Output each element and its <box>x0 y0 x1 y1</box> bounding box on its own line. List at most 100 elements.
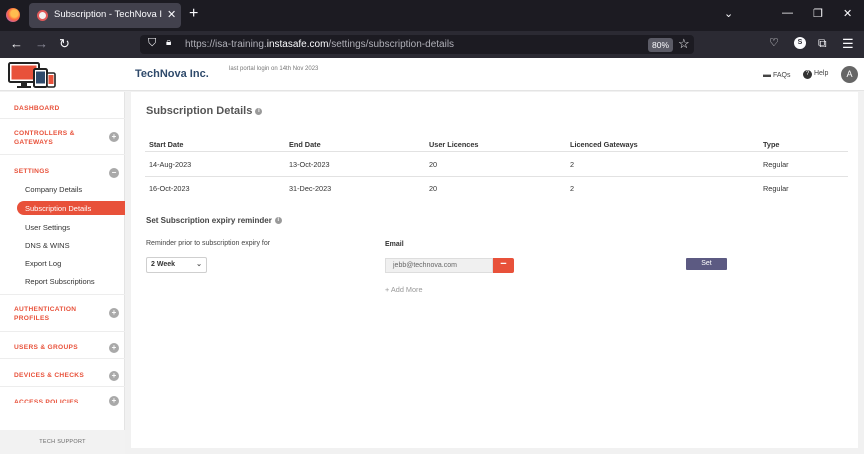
sidebar: DASHBOARD CONTROLLERS & GATEWAYS + SETTI… <box>0 92 125 454</box>
column-header: Type <box>763 140 780 149</box>
close-window-icon[interactable]: ✕ <box>843 7 852 20</box>
sidebar-divider <box>0 294 125 295</box>
new-tab-icon[interactable]: + <box>189 5 198 23</box>
restore-icon[interactable]: ❐ <box>813 7 823 20</box>
sidebar-label: CONTROLLERS & <box>14 130 75 137</box>
add-more-link[interactable]: + Add More <box>385 285 423 294</box>
reminder-title: Set Subscription expiry reminder i <box>146 216 282 225</box>
sidebar-item-dashboard[interactable]: DASHBOARD <box>14 104 60 113</box>
browser-navbar: ← → ↻ ⛉ 🔒︎ https://isa-training.instasaf… <box>0 31 864 58</box>
page-title-text: Subscription Details <box>146 105 253 117</box>
column-header: End Date <box>289 140 321 149</box>
sidebar-item-user-settings[interactable]: User Settings <box>25 223 70 232</box>
faqs-label: FAQs <box>772 72 791 79</box>
expand-plus-icon[interactable]: + <box>109 396 119 406</box>
sidebar-item-access-policies[interactable]: ACCESS POLICIES <box>14 398 79 403</box>
back-icon[interactable]: ← <box>10 36 23 51</box>
column-header: Start Date <box>149 140 184 149</box>
table-cell: 16-Oct-2023 <box>149 184 190 193</box>
faqs-link[interactable]: ▬ FAQs <box>763 70 790 79</box>
table-cell: Regular <box>763 184 789 193</box>
minimize-icon[interactable]: — <box>782 7 793 19</box>
column-header: Licenced Gateways <box>570 140 638 149</box>
sidebar-item-report-subscriptions[interactable]: Report Subscriptions <box>25 277 95 286</box>
firefox-icon <box>6 8 20 22</box>
forward-icon[interactable]: → <box>35 36 48 51</box>
table-cell: 2 <box>570 160 575 169</box>
zoom-level[interactable]: 80% <box>648 38 674 52</box>
url-text[interactable]: https://isa-training.instasafe.com/setti… <box>185 39 454 50</box>
email-field[interactable]: jebb@technova.com <box>385 258 493 273</box>
sidebar-item-dns-wins[interactable]: DNS & WINS <box>25 241 70 250</box>
email-label: Email <box>385 241 404 248</box>
sidebar-divider <box>0 118 125 119</box>
sidebar-divider <box>0 331 125 332</box>
sidebar-item-devices-checks[interactable]: DEVICES & CHECKS <box>14 371 84 380</box>
sidebar-label: GATEWAYS <box>14 139 54 146</box>
main-content: Subscription Details i Start Date End Dat… <box>131 92 858 448</box>
sidebar-item-subscription-details[interactable]: Subscription Details <box>17 201 125 215</box>
chevron-down-icon: ⌄ <box>196 261 202 268</box>
tab-close-icon[interactable]: ✕ <box>167 8 176 21</box>
expand-plus-icon[interactable]: + <box>109 308 119 318</box>
table-cell: 13-Oct-2023 <box>289 160 330 169</box>
tech-support[interactable]: TECH SUPPORT <box>0 430 125 454</box>
extensions-icon[interactable]: ⧉ <box>818 36 827 51</box>
table-cell: Regular <box>763 160 789 169</box>
collapse-minus-icon[interactable]: − <box>109 168 119 178</box>
table-cell: 20 <box>429 184 438 193</box>
browser-tabbar: Subscription - TechNova Inc. | In ✕ + ⌄ … <box>0 0 864 31</box>
reload-icon[interactable]: ↻ <box>59 36 70 52</box>
sidebar-item-export-log[interactable]: Export Log <box>25 259 61 268</box>
sidebar-label: AUTHENTICATION <box>14 306 77 313</box>
account-avatar-icon[interactable]: S <box>794 37 806 49</box>
sidebar-item-company-details[interactable]: Company Details <box>25 185 82 194</box>
sidebar-divider <box>0 386 125 387</box>
sidebar-divider <box>0 358 125 359</box>
info-icon[interactable]: i <box>274 217 282 225</box>
help-label: Help <box>813 70 829 77</box>
reminder-label: Reminder prior to subscription expiry fo… <box>146 240 271 247</box>
reminder-title-text: Set Subscription expiry reminder <box>146 216 272 225</box>
table-divider <box>145 151 848 152</box>
user-avatar[interactable]: A <box>841 66 858 83</box>
reminder-period-value: 2 Week <box>151 261 175 268</box>
info-icon[interactable]: i <box>255 107 263 115</box>
bookmark-star-icon[interactable]: ☆ <box>678 36 690 52</box>
faq-chat-icon: ▬ <box>763 70 771 79</box>
expand-plus-icon[interactable]: + <box>109 371 119 381</box>
lock-icon[interactable]: 🔒︎ <box>166 37 171 48</box>
tab-favicon-icon <box>37 10 48 21</box>
app-header: TechNova Inc. last portal login on 14th … <box>0 58 864 91</box>
sidebar-item-controllers-gateways[interactable]: CONTROLLERS & GATEWAYS <box>14 129 75 147</box>
add-more-label: Add More <box>390 285 423 294</box>
plus-icon: + <box>385 285 390 294</box>
reminder-period-select[interactable]: 2 Week ⌄ <box>146 257 207 273</box>
instasafe-logo <box>8 62 56 88</box>
menu-icon[interactable]: ☰ <box>842 36 854 52</box>
table-cell: 14-Aug-2023 <box>149 160 192 169</box>
help-link[interactable]: ? Help <box>803 70 828 79</box>
table-cell: 2 <box>570 184 575 193</box>
pocket-icon[interactable]: ♡ <box>769 36 779 49</box>
table-divider <box>145 176 848 177</box>
expand-plus-icon[interactable]: + <box>109 132 119 142</box>
url-bar[interactable]: ⛉ 🔒︎ https://isa-training.instasafe.com/… <box>140 35 694 54</box>
expand-plus-icon[interactable]: + <box>109 343 119 353</box>
sidebar-item-settings[interactable]: SETTINGS <box>14 167 49 176</box>
column-header: User Licences <box>429 140 479 149</box>
company-name: TechNova Inc. <box>135 68 209 80</box>
table-cell: 31-Dec-2023 <box>289 184 332 193</box>
set-button[interactable]: Set <box>686 258 727 270</box>
help-icon: ? <box>803 70 812 79</box>
tab-title: Subscription - TechNova Inc. | In <box>54 9 162 20</box>
sidebar-item-users-groups[interactable]: USERS & GROUPS <box>14 343 78 352</box>
browser-tab[interactable]: Subscription - TechNova Inc. | In ✕ <box>29 3 181 28</box>
sidebar-item-authentication-profiles[interactable]: AUTHENTICATION PROFILES <box>14 305 76 323</box>
shield-icon[interactable]: ⛉ <box>148 37 156 50</box>
sidebar-divider <box>0 154 125 155</box>
tab-list-icon[interactable]: ⌄ <box>724 7 733 20</box>
page-title: Subscription Details i <box>146 105 263 117</box>
remove-email-button[interactable]: − <box>493 258 514 273</box>
sidebar-label: PROFILES <box>14 315 50 322</box>
